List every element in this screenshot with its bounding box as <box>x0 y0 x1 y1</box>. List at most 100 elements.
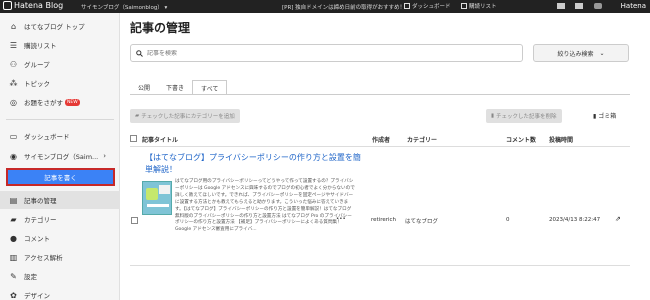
chevron-right-icon: › <box>103 152 107 160</box>
article-excerpt: はてなブログ用のプライバシーポリシーってどうやって作って設置するの？プライバシー… <box>175 179 355 233</box>
sidebar-item-label: デザイン <box>24 292 50 300</box>
promo-link[interactable]: [PR] 独自ドメインは締め日前の取得がおすすめ！ <box>282 3 405 11</box>
tabs-divider <box>130 94 630 95</box>
sidebar-item-group[interactable]: ⚇ グループ <box>0 55 120 73</box>
trash-icon: ▮ <box>491 113 495 119</box>
category-cell[interactable]: はてなブログ <box>405 217 438 225</box>
table-header: 記事タイトル 作成者 カテゴリー コメント数 投稿時間 <box>130 133 630 145</box>
filter-search-label: 絞り込み検索 <box>557 50 594 58</box>
column-author: 作成者 <box>372 137 391 144</box>
blog-icon: ◉ <box>10 151 17 161</box>
top-navigation-bar: Hatena Blog サイモンブログ（Saimonblog） ▾ [PR] 独… <box>0 0 650 13</box>
sidebar-item-reading-list[interactable]: ☰ 購読リスト <box>0 36 120 54</box>
tab-drafts[interactable]: 下書き <box>158 80 192 95</box>
page-title: 記事の管理 <box>130 21 191 35</box>
search-topic-icon: ◎ <box>10 97 17 107</box>
dashboard-icon <box>404 3 410 9</box>
sidebar-item-category[interactable]: ▰ カテゴリー <box>0 210 120 228</box>
sidebar: ⌂ はてなブログ トップ ☰ 購読リスト ⚇ グループ ⁂ トピック ◎ お題を… <box>0 13 120 300</box>
avatar[interactable] <box>594 3 602 9</box>
comments-cell: 0 <box>506 217 510 223</box>
list-icon: ☰ <box>9 40 18 50</box>
wrench-icon: ✎ <box>10 271 17 281</box>
logo-text: Hatena Blog <box>14 1 64 10</box>
new-badge: NEW <box>65 98 80 106</box>
sidebar-item-label: 記事の管理 <box>24 197 57 205</box>
grid-menu-icon[interactable] <box>557 3 565 9</box>
add-category-button[interactable]: ▰ チェックした記事にカテゴリーを追加 <box>130 109 240 123</box>
folder-icon: ▰ <box>135 113 140 119</box>
trash-link[interactable]: ▮ ゴミ箱 <box>593 111 616 120</box>
sidebar-item-label: アクセス解析 <box>24 254 63 262</box>
sidebar-blog-selector[interactable]: ◉ サイモンブログ（Saim... › <box>0 147 120 165</box>
delete-checked-button[interactable]: ▮ チェックした記事を削除 <box>486 109 562 123</box>
sidebar-item-label: 設定 <box>24 273 37 281</box>
folder-icon: ▰ <box>10 214 17 224</box>
chart-icon: ▥ <box>9 252 18 262</box>
sidebar-item-label: 購読リスト <box>24 42 57 50</box>
tab-published[interactable]: 公開 <box>130 80 158 95</box>
reading-list-icon <box>461 3 467 9</box>
sidebar-item-label: トピック <box>24 80 50 88</box>
posted-cell: 2023/4/13 8:22:47 <box>549 217 601 223</box>
tab-all[interactable]: すべて <box>192 80 228 95</box>
reading-list-label: 購読リスト <box>469 4 497 10</box>
sidebar-item-article-management[interactable]: ▤ 記事の管理 <box>0 191 120 209</box>
doc-icon: ▤ <box>9 195 18 205</box>
house-icon: ⌂ <box>10 21 17 31</box>
sidebar-item-label: グループ <box>24 61 50 69</box>
column-comments: コメント数 <box>506 137 537 144</box>
sidebar-item-topic[interactable]: ⁂ トピック <box>0 74 120 92</box>
sidebar-item-label: カテゴリー <box>24 216 57 224</box>
comment-icon: ● <box>10 233 17 243</box>
search-input[interactable] <box>147 49 497 57</box>
blog-switcher[interactable]: サイモンブログ（Saimonblog） ▾ <box>81 3 167 11</box>
sidebar-item-label: サイモンブログ（Saim... <box>24 153 99 161</box>
hatena-logo-icon <box>3 1 12 10</box>
sidebar-item-blog-top[interactable]: ⌂ はてなブログ トップ <box>0 17 120 35</box>
group-icon: ⚇ <box>9 59 18 69</box>
chevron-down-icon: ⌄ <box>599 49 605 57</box>
sidebar-divider <box>6 119 114 120</box>
reading-list-link[interactable]: 購読リスト <box>461 2 497 10</box>
sidebar-item-design[interactable]: ✿ デザイン <box>0 286 120 300</box>
sidebar-item-label: はてなブログ トップ <box>24 23 85 31</box>
header-divider <box>130 146 630 147</box>
sidebar-item-dashboard[interactable]: ▭ ダッシュボード <box>0 127 120 145</box>
status-tabs: 公開 下書き すべて <box>130 80 228 95</box>
hatena-brand[interactable]: Hatena <box>621 2 646 10</box>
sidebar-item-analytics[interactable]: ▥ アクセス解析 <box>0 248 120 266</box>
dashboard-link[interactable]: ダッシュボード <box>404 2 451 10</box>
article-search-box[interactable] <box>130 44 523 62</box>
row-checkbox[interactable] <box>131 217 138 224</box>
column-title: 記事タイトル <box>142 137 179 144</box>
palette-icon: ✿ <box>10 290 17 300</box>
sidebar-item-label: お題をさがす <box>24 99 63 107</box>
filter-search-button[interactable]: 絞り込み検索 ⌄ <box>533 44 629 62</box>
sidebar-item-label: ダッシュボード <box>24 133 70 141</box>
select-all-checkbox[interactable] <box>130 135 137 142</box>
trash-icon: ▮ <box>593 113 597 120</box>
row-divider <box>130 265 630 266</box>
article-title-link[interactable]: 【はてなブログ】プライバシーポリシーの作り方と設置を簡単解説！ <box>145 152 365 176</box>
external-link-icon[interactable]: ⇗ <box>615 215 621 223</box>
write-article-button[interactable]: 記事を書く <box>6 168 115 186</box>
delete-checked-label: チェックした記事を削除 <box>496 114 557 120</box>
main-content: 記事の管理 絞り込み検索 ⌄ 公開 下書き すべて ▰ チェックした記事にカテゴ… <box>121 13 650 300</box>
hatena-blog-logo[interactable]: Hatena Blog <box>3 1 63 10</box>
topic-icon: ⁂ <box>9 78 18 88</box>
row-more-menu[interactable]: ••• <box>336 216 346 222</box>
add-category-label: チェックした記事にカテゴリーを追加 <box>141 114 235 120</box>
dashboard-link-label: ダッシュボード <box>412 4 451 10</box>
sidebar-item-comment[interactable]: ● コメント <box>0 229 120 247</box>
notification-icon[interactable] <box>575 3 583 9</box>
author-cell: retirerich <box>371 217 397 223</box>
sidebar-item-find-topic[interactable]: ◎ お題をさがす NEW <box>0 93 120 111</box>
article-thumbnail <box>142 181 172 215</box>
column-category: カテゴリー <box>407 137 438 144</box>
dashboard-icon: ▭ <box>9 131 18 141</box>
trash-label: ゴミ箱 <box>598 113 617 120</box>
sidebar-item-label: コメント <box>24 235 50 243</box>
column-posted: 投稿時間 <box>549 137 574 144</box>
sidebar-item-settings[interactable]: ✎ 設定 <box>0 267 120 285</box>
